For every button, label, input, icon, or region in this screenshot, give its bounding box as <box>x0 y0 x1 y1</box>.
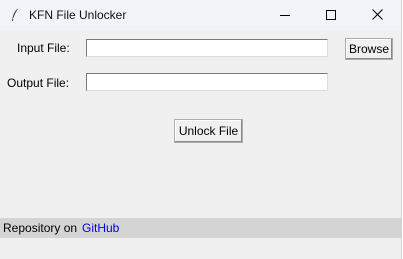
minimize-button[interactable] <box>262 0 308 31</box>
unlock-file-button[interactable]: Unlock File <box>174 119 243 143</box>
minimize-icon <box>280 9 290 23</box>
maximize-icon <box>326 9 336 23</box>
repository-label: Repository on <box>3 221 78 235</box>
title-bar[interactable]: KFN File Unlocker <box>0 0 401 31</box>
maximize-button[interactable] <box>308 0 354 31</box>
app-window: KFN File Unlocker Input File: Browse Out… <box>0 0 402 259</box>
window-title: KFN File Unlocker <box>29 8 127 22</box>
input-file-label: Input File: <box>17 41 70 55</box>
feather-icon <box>10 7 20 23</box>
input-file-field[interactable] <box>86 39 328 57</box>
output-file-label: Output File: <box>7 76 70 90</box>
output-file-field[interactable] <box>86 73 328 91</box>
close-button[interactable] <box>354 0 400 31</box>
browse-button[interactable]: Browse <box>345 38 393 60</box>
close-icon <box>371 8 383 23</box>
footer-bar: Repository on GitHub <box>0 218 401 238</box>
github-link[interactable]: GitHub <box>82 221 119 235</box>
